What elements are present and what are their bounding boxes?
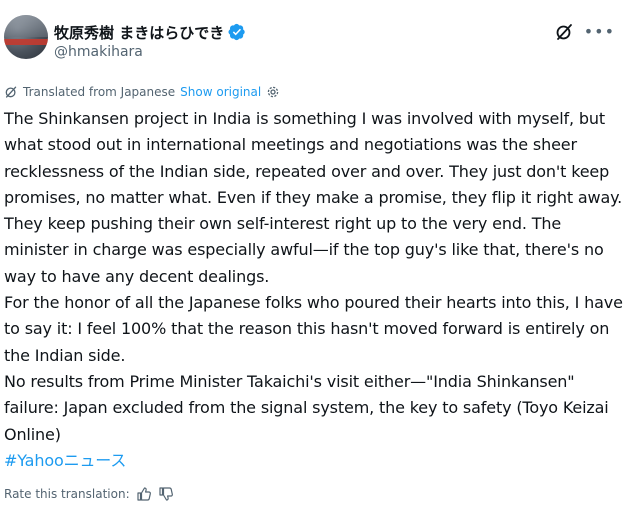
avatar-sky — [4, 15, 48, 37]
thumbs-down-icon[interactable] — [158, 486, 174, 502]
gear-icon[interactable] — [266, 85, 280, 99]
rate-translation-row: Rate this translation: — [4, 484, 174, 504]
more-options-icon[interactable]: ••• — [584, 22, 615, 42]
rate-translation-label: Rate this translation: — [4, 487, 130, 501]
post-paragraph: No results from Prime Minister Takaichi'… — [4, 371, 609, 444]
post-paragraph: For the honor of all the Japanese folks … — [4, 293, 623, 365]
grok-icon[interactable] — [554, 22, 574, 42]
show-original-link[interactable]: Show original — [180, 85, 261, 99]
translation-notice: Translated from Japanese Show original — [4, 83, 280, 101]
verified-badge-icon[interactable] — [228, 23, 246, 41]
post: 牧原秀樹 まきはらひでき @hmakihara ••• Translated f… — [0, 0, 633, 512]
author-display-name[interactable]: 牧原秀樹 まきはらひでき — [54, 22, 224, 43]
avatar-train-band — [4, 39, 48, 45]
hashtag-link[interactable]: #Yahooニュース — [4, 448, 629, 474]
post-paragraph: The Shinkansen project in India is somet… — [4, 109, 623, 286]
thumbs-up-icon[interactable] — [136, 486, 152, 502]
post-top-actions: ••• — [554, 20, 615, 44]
translate-icon — [4, 85, 18, 99]
author-name-row: 牧原秀樹 まきはらひでき — [54, 22, 246, 42]
avatar[interactable] — [4, 15, 48, 59]
translated-from-label: Translated from Japanese — [23, 85, 176, 99]
author-handle[interactable]: @hmakihara — [54, 44, 143, 60]
post-body: The Shinkansen project in India is somet… — [4, 106, 629, 474]
